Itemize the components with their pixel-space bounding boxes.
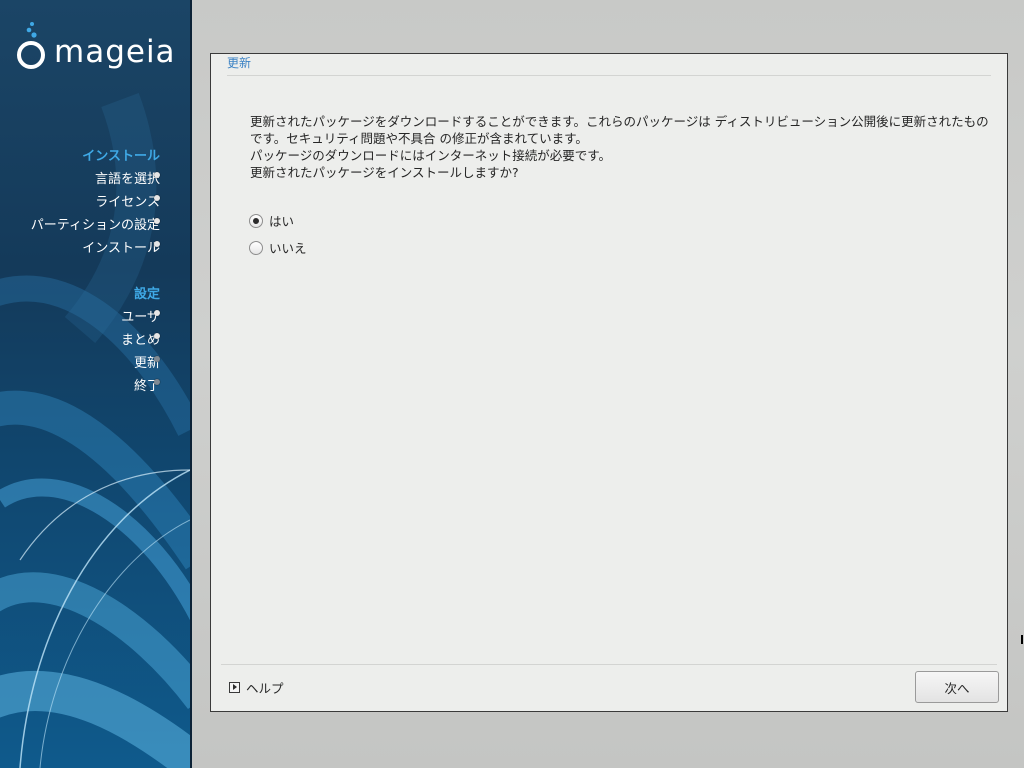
step-current-dot	[154, 356, 160, 362]
radio-label: はい	[269, 214, 295, 229]
radio-label: いいえ	[269, 241, 307, 256]
step-done-dot	[154, 218, 160, 224]
updates-panel: 更新 更新されたパッケージをダウンロードすることができます。これらのパッケージは…	[210, 53, 1008, 712]
radio-button-checked[interactable]	[249, 213, 263, 228]
description-line: 更新されたパッケージをインストールしますか?	[250, 165, 519, 180]
sidebar-divider	[190, 0, 192, 768]
expand-arrow-icon[interactable]	[229, 682, 240, 693]
nav-step-indicators	[0, 0, 190, 768]
description-text: 更新されたパッケージをダウンロードすることができます。これらのパッケージは ディ…	[250, 113, 1000, 181]
footer-divider	[221, 664, 997, 665]
help-expander[interactable]: ヘルプ	[229, 678, 284, 697]
step-done-dot	[154, 172, 160, 178]
radio-option-no[interactable]: いいえ	[249, 238, 307, 257]
step-done-dot	[154, 333, 160, 339]
step-done-dot	[154, 310, 160, 316]
page-title: 更新	[227, 56, 252, 70]
radio-button-unchecked[interactable]	[249, 240, 263, 255]
radio-option-yes[interactable]: はい	[249, 211, 294, 230]
mouse-cursor	[1021, 635, 1023, 644]
sidebar: mageia インストール 言語を選択 ライセンス パーティションの設定 インス…	[0, 0, 190, 768]
description-line: パッケージのダウンロードにはインターネット接続が必要です。	[250, 148, 612, 163]
help-label: ヘルプ	[246, 681, 284, 696]
next-button[interactable]: 次へ	[915, 671, 999, 703]
step-done-dot	[154, 241, 160, 247]
description-line: 更新されたパッケージをダウンロードすることができます。これらのパッケージは ディ…	[250, 114, 989, 146]
step-pending-dot	[154, 379, 160, 385]
title-divider	[227, 75, 991, 76]
step-done-dot	[154, 195, 160, 201]
